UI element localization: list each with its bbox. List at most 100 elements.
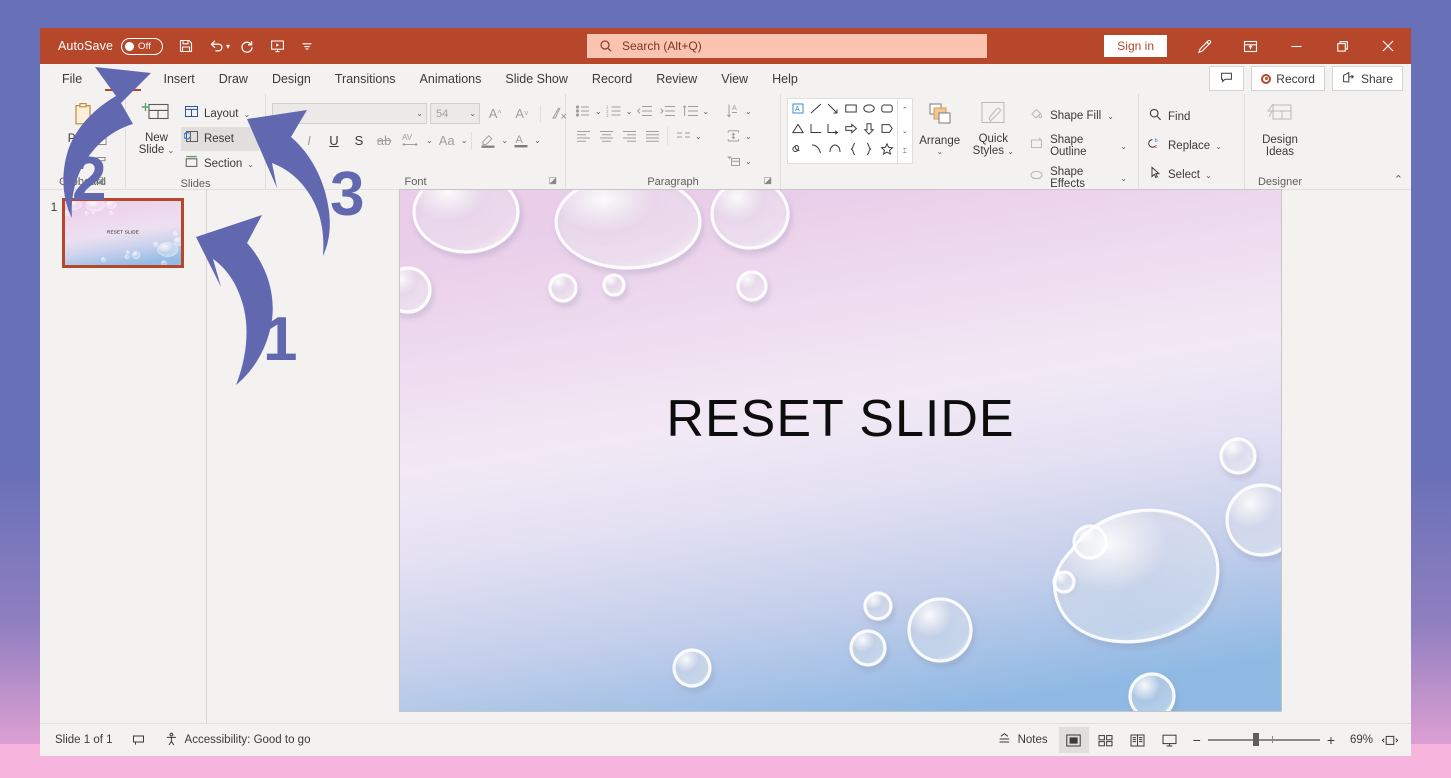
reset-button[interactable]: Reset [180, 127, 259, 151]
line-spacing-caret-icon[interactable]: ⌄ [702, 107, 709, 116]
align-center-icon[interactable] [595, 125, 617, 147]
customize-quick-access-toolbar-icon[interactable] [292, 32, 322, 60]
tab-draw[interactable]: Draw [207, 64, 260, 94]
slide-count-label[interactable]: Slide 1 of 1 [46, 734, 122, 746]
bold-icon[interactable]: B [272, 129, 296, 152]
minimize-button[interactable] [1273, 28, 1319, 64]
restore-button[interactable] [1319, 28, 1365, 64]
thumbnail-scrollbar[interactable] [200, 190, 206, 723]
bullets-icon[interactable] [572, 100, 594, 122]
text-shadow-icon[interactable]: S [347, 129, 371, 152]
cut-icon[interactable] [90, 103, 112, 125]
spell-check-icon[interactable] [122, 733, 155, 747]
rounded-rectangle-shape-icon[interactable] [880, 102, 894, 120]
right-arrow-shape-icon[interactable] [844, 122, 858, 140]
tab-design[interactable]: Design [260, 64, 323, 94]
copy-icon[interactable] [90, 127, 112, 149]
shape-effects-button[interactable]: Shape Effects ⌄ [1026, 164, 1132, 189]
font-color-caret-icon[interactable]: ⌄ [534, 136, 541, 145]
shape-outline-button[interactable]: Shape Outline ⌄ [1026, 132, 1132, 160]
notes-button[interactable]: Notes [988, 732, 1057, 749]
font-color-icon[interactable]: A [509, 129, 533, 152]
tab-insert[interactable]: Insert [152, 64, 207, 94]
tab-file[interactable]: File [50, 64, 94, 94]
slide-title-text[interactable]: RESET SLIDE [400, 389, 1281, 449]
increase-indent-icon[interactable] [656, 100, 678, 122]
arc-shape-icon[interactable] [828, 142, 842, 160]
section-caret-icon[interactable]: ⌄ [247, 160, 254, 169]
design-ideas-button[interactable]: Design Ideas [1251, 98, 1309, 158]
columns-caret-icon[interactable]: ⌄ [695, 132, 702, 141]
replace-button[interactable]: bc Replace ⌄ [1145, 134, 1227, 158]
zoom-in-button[interactable]: + [1327, 732, 1335, 748]
convert-to-smartart-caret-icon[interactable]: ⌄ [745, 157, 752, 166]
font-name-caret-icon[interactable]: ⌄ [416, 109, 423, 118]
normal-view-button[interactable] [1058, 727, 1089, 753]
justify-icon[interactable] [641, 125, 663, 147]
share-button[interactable]: Share [1331, 66, 1403, 91]
text-highlight-color-icon[interactable] [476, 129, 500, 152]
redo-icon[interactable] [232, 32, 262, 60]
quick-styles-button[interactable]: Quick Styles ⌄ [966, 98, 1020, 157]
text-highlight-caret-icon[interactable]: ⌄ [501, 136, 508, 145]
slide-sorter-view-button[interactable] [1091, 727, 1121, 753]
star-shape-icon[interactable] [880, 142, 894, 160]
layout-button[interactable]: Layout ⌄ [181, 102, 259, 126]
scribble-shape-icon[interactable] [791, 142, 805, 160]
fit-slide-to-window-button[interactable] [1375, 727, 1405, 753]
align-left-icon[interactable] [572, 125, 594, 147]
decrease-indent-icon[interactable] [633, 100, 655, 122]
right-brace-shape-icon[interactable] [863, 142, 875, 161]
shapes-more-icon[interactable]: ⌶ [898, 142, 912, 163]
clipboard-dialog-launcher[interactable]: ◪ [96, 172, 105, 188]
shapes-scroll-down-icon[interactable]: ⌄ [898, 120, 912, 141]
search-input[interactable] [622, 39, 952, 53]
shapes-gallery[interactable]: A ⌃ ⌄ ⌶ [787, 98, 913, 164]
find-button[interactable]: Find [1145, 105, 1227, 129]
collapse-ribbon-icon[interactable]: ⌃ [1394, 173, 1403, 186]
slide-thumbnail-1[interactable]: RESET SLIDE [62, 198, 184, 268]
sign-in-button[interactable]: Sign in [1104, 35, 1167, 57]
pentagon-shape-icon[interactable] [880, 122, 894, 140]
character-spacing-icon[interactable]: AV [397, 129, 425, 152]
font-size-caret-icon[interactable]: ⌄ [469, 109, 476, 118]
ink-pen-icon[interactable] [1181, 28, 1227, 64]
numbering-icon[interactable]: 123 [603, 100, 625, 122]
search-box[interactable] [587, 34, 987, 58]
new-slide-button[interactable]: New Slide ⌄ [132, 98, 181, 156]
zoom-track[interactable] [1207, 733, 1320, 747]
shapes-scroll-up-icon[interactable]: ⌃ [898, 99, 912, 120]
close-button[interactable] [1365, 28, 1411, 64]
strikethrough-icon[interactable]: ab [372, 129, 396, 152]
tab-transitions[interactable]: Transitions [323, 64, 408, 94]
tab-review[interactable]: Review [644, 64, 709, 94]
comments-button[interactable] [1209, 66, 1245, 91]
tab-help[interactable]: Help [760, 64, 810, 94]
curve-shape-icon[interactable] [810, 142, 824, 160]
align-text-icon[interactable] [722, 125, 744, 147]
undo-dropdown-icon[interactable]: ▾ [226, 42, 230, 51]
accessibility-status[interactable]: Accessibility: Good to go [155, 732, 320, 749]
reading-view-button[interactable] [1123, 727, 1153, 753]
format-painter-icon[interactable] [90, 151, 112, 173]
zoom-out-button[interactable]: − [1193, 732, 1201, 748]
arrow-shape-icon[interactable] [826, 102, 840, 120]
down-arrow-shape-icon[interactable] [862, 122, 876, 140]
record-button[interactable]: Record [1251, 66, 1325, 91]
italic-icon[interactable]: I [297, 129, 321, 152]
line-spacing-icon[interactable] [679, 100, 701, 122]
select-caret-icon[interactable]: ⌄ [1205, 171, 1212, 180]
left-brace-shape-icon[interactable] [847, 142, 859, 161]
text-direction-icon[interactable]: A [722, 100, 744, 122]
select-button[interactable]: Select ⌄ [1145, 163, 1227, 187]
decrease-font-size-icon[interactable]: A ˅ [510, 102, 534, 125]
font-dialog-launcher[interactable]: ◪ [548, 172, 557, 188]
elbow-connector-icon[interactable] [809, 122, 823, 140]
underline-icon[interactable]: U [322, 129, 346, 152]
change-case-icon[interactable]: Aa [434, 129, 460, 152]
text-direction-caret-icon[interactable]: ⌄ [745, 107, 752, 116]
new-slide-caret-icon[interactable]: ⌄ [168, 146, 175, 155]
start-slideshow-icon[interactable] [262, 32, 292, 60]
triangle-shape-icon[interactable] [791, 122, 805, 140]
font-name-combo[interactable]: ⌄ [272, 103, 427, 124]
